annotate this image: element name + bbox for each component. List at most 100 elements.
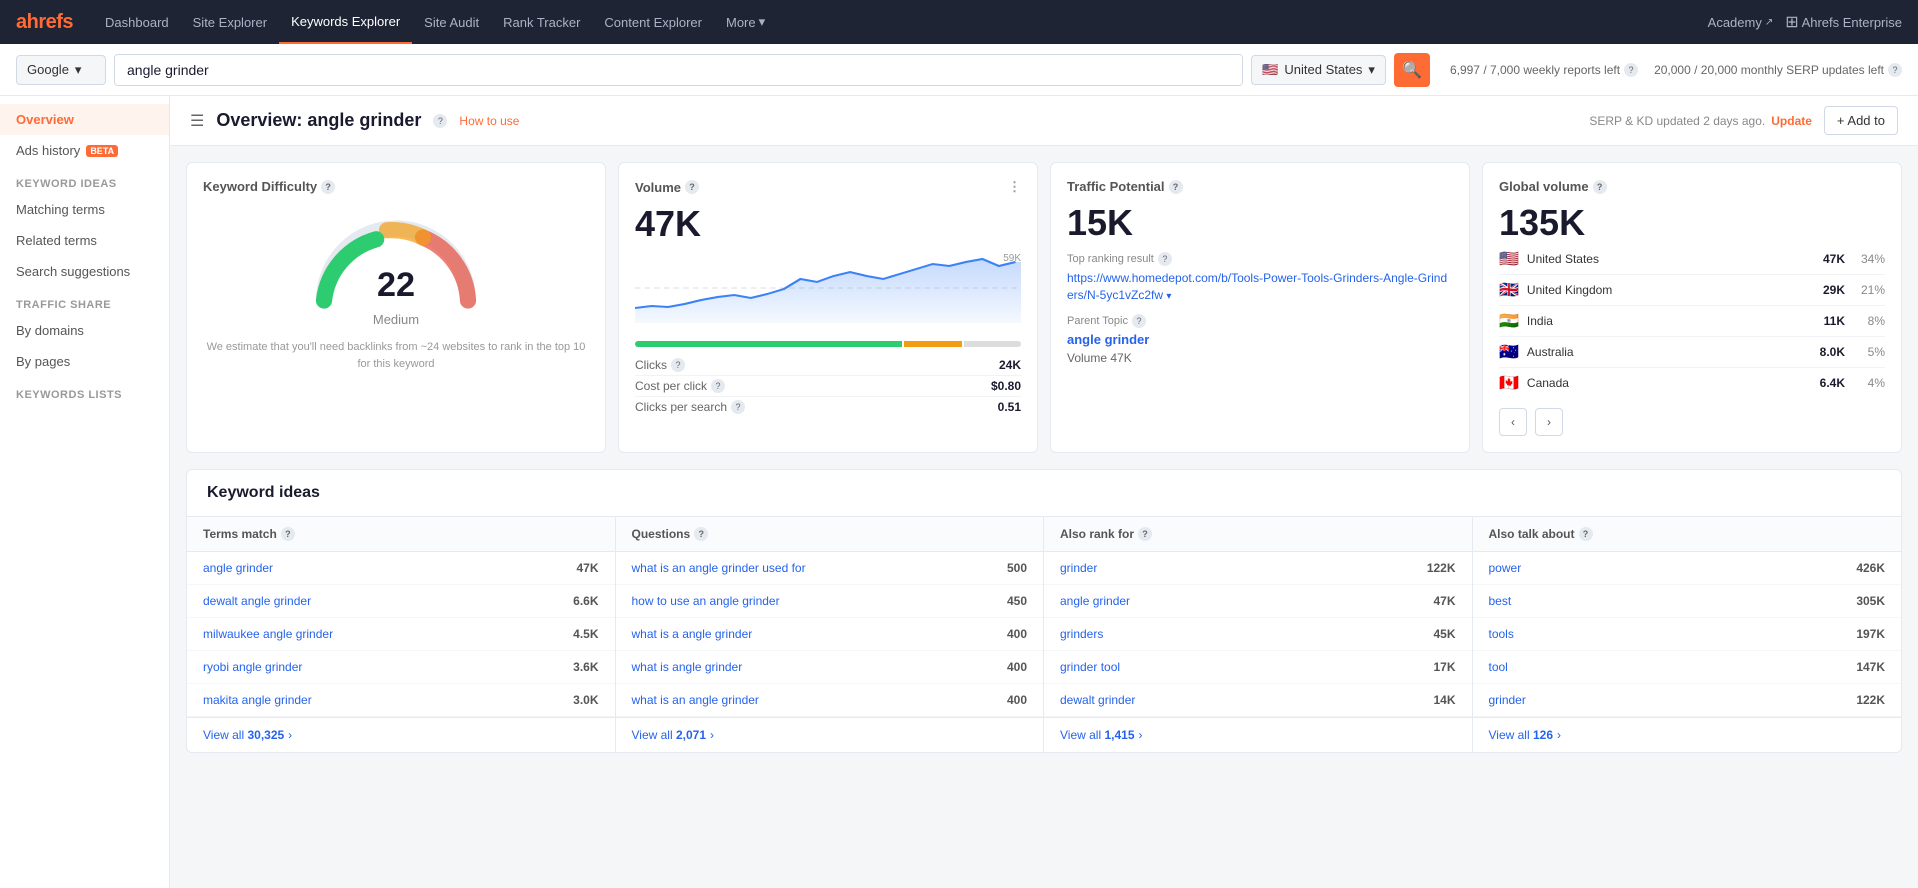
ki-link[interactable]: dewalt angle grinder: [203, 594, 311, 608]
ki-link[interactable]: grinder tool: [1060, 660, 1120, 674]
prev-arrow[interactable]: ‹: [1499, 408, 1527, 436]
info-icon[interactable]: ?: [694, 527, 708, 541]
next-arrow[interactable]: ›: [1535, 408, 1563, 436]
ki-col-2: Also rank for ? grinder 122K angle grind…: [1044, 517, 1473, 752]
chevron-down-icon: ▾: [1368, 62, 1375, 78]
info-icon[interactable]: ?: [1132, 314, 1146, 328]
sidebar-item-overview[interactable]: Overview: [0, 104, 169, 135]
sidebar-item-search-suggestions[interactable]: Search suggestions: [0, 256, 169, 287]
ki-link[interactable]: what is angle grinder: [632, 660, 743, 674]
country-label: United States: [1284, 62, 1362, 77]
info-icon[interactable]: ?: [321, 180, 335, 194]
country-percent: 4%: [1857, 376, 1885, 390]
ki-row: best 305K: [1473, 585, 1902, 618]
nav-content-explorer[interactable]: Content Explorer: [592, 0, 714, 44]
ki-col-3: Also talk about ? power 426K best 305K t…: [1473, 517, 1902, 752]
cps-value: 0.51: [998, 400, 1021, 414]
chevron-down-icon: ▾: [75, 62, 82, 78]
flag-icon: 🇺🇸: [1499, 249, 1519, 269]
chevron-right-icon: ›: [288, 728, 292, 742]
chevron-right-icon: ›: [1557, 728, 1561, 742]
ki-link[interactable]: best: [1489, 594, 1512, 608]
info-icon[interactable]: ?: [731, 400, 745, 414]
ki-num: 14K: [1433, 693, 1455, 707]
sidebar-item-by-pages[interactable]: By pages: [0, 346, 169, 377]
ki-link[interactable]: makita angle grinder: [203, 693, 312, 707]
sidebar-item-ads-history[interactable]: Ads history BETA: [0, 135, 169, 166]
info-icon[interactable]: ?: [1138, 527, 1152, 541]
nav-rank-tracker[interactable]: Rank Tracker: [491, 0, 592, 44]
ki-link[interactable]: tool: [1489, 660, 1508, 674]
info-icon[interactable]: ?: [1888, 63, 1902, 77]
view-all-label: View all 126: [1489, 728, 1554, 742]
info-icon[interactable]: ?: [1158, 252, 1172, 266]
search-button[interactable]: 🔍: [1394, 53, 1430, 87]
top-result-url[interactable]: https://www.homedepot.com/b/Tools-Power-…: [1067, 270, 1453, 304]
ki-link[interactable]: angle grinder: [203, 561, 273, 575]
ki-view-all[interactable]: View all 1,415 ›: [1044, 717, 1472, 752]
add-to-button[interactable]: + Add to: [1824, 106, 1898, 135]
country-row: 🇺🇸 United States 47K 34%: [1499, 244, 1885, 275]
nav-site-audit[interactable]: Site Audit: [412, 0, 491, 44]
ki-link[interactable]: grinders: [1060, 627, 1103, 641]
sidebar-item-by-domains[interactable]: By domains: [0, 315, 169, 346]
logo[interactable]: ahrefs: [16, 11, 73, 34]
ki-link[interactable]: dewalt grinder: [1060, 693, 1135, 707]
country-select[interactable]: 🇺🇸 United States ▾: [1251, 55, 1386, 85]
kd-label: Medium: [373, 312, 419, 327]
nav-site-explorer[interactable]: Site Explorer: [181, 0, 279, 44]
ki-num: 400: [1007, 693, 1027, 707]
ki-link[interactable]: ryobi angle grinder: [203, 660, 302, 674]
ki-view-all[interactable]: View all 30,325 ›: [187, 717, 615, 752]
ki-link[interactable]: what is an angle grinder: [632, 693, 759, 707]
parent-topic-link[interactable]: angle grinder: [1067, 332, 1453, 347]
ki-row: angle grinder 47K: [1044, 585, 1472, 618]
info-icon[interactable]: ?: [1579, 527, 1593, 541]
ki-link[interactable]: power: [1489, 561, 1522, 575]
update-link[interactable]: Update: [1771, 114, 1812, 128]
search-input[interactable]: [115, 55, 1242, 85]
ki-col-0: Terms match ? angle grinder 47K dewalt a…: [187, 517, 616, 752]
ki-link[interactable]: tools: [1489, 627, 1514, 641]
ki-link[interactable]: what is a angle grinder: [632, 627, 753, 641]
ki-link[interactable]: how to use an angle grinder: [632, 594, 780, 608]
country-name: India: [1527, 314, 1816, 328]
nav-dashboard[interactable]: Dashboard: [93, 0, 181, 44]
ki-row: power 426K: [1473, 552, 1902, 585]
ki-view-all[interactable]: View all 2,071 ›: [616, 717, 1044, 752]
sidebar-item-related-terms[interactable]: Related terms: [0, 225, 169, 256]
sidebar-suggestions-label: Search suggestions: [16, 264, 130, 279]
ki-link[interactable]: angle grinder: [1060, 594, 1130, 608]
search-bar: Google ▾ 🇺🇸 United States ▾ 🔍 6,997 / 7,…: [0, 44, 1918, 96]
info-icon[interactable]: ?: [433, 114, 447, 128]
nav-more[interactable]: More ▾: [714, 0, 777, 44]
ki-link[interactable]: what is an angle grinder used for: [632, 561, 806, 575]
cards-row: Keyword Difficulty ? 22: [170, 146, 1918, 469]
info-icon[interactable]: ?: [1593, 180, 1607, 194]
ki-link[interactable]: milwaukee angle grinder: [203, 627, 333, 641]
traffic-value: 15K: [1067, 202, 1453, 244]
info-icon[interactable]: ?: [281, 527, 295, 541]
info-icon[interactable]: ?: [685, 180, 699, 194]
traffic-card: Traffic Potential ? 15K Top ranking resu…: [1050, 162, 1470, 453]
how-to-use-link[interactable]: How to use: [459, 114, 519, 128]
ki-link[interactable]: grinder: [1489, 693, 1526, 707]
volume-menu-icon[interactable]: ⋮: [1008, 179, 1021, 195]
info-icon[interactable]: ?: [671, 358, 685, 372]
ki-num: 4.5K: [573, 627, 598, 641]
kd-note: We estimate that you'll need backlinks f…: [203, 339, 589, 372]
reports-info: 6,997 / 7,000 weekly reports left ? 20,0…: [1450, 63, 1902, 77]
ki-link[interactable]: grinder: [1060, 561, 1097, 575]
info-icon[interactable]: ?: [711, 379, 725, 393]
ki-view-all[interactable]: View all 126 ›: [1473, 717, 1902, 752]
menu-icon[interactable]: ☰: [190, 111, 204, 131]
nav-keywords-explorer[interactable]: Keywords Explorer: [279, 0, 412, 44]
engine-select[interactable]: Google ▾: [16, 55, 106, 85]
info-icon[interactable]: ?: [1624, 63, 1638, 77]
sidebar-item-matching-terms[interactable]: Matching terms: [0, 194, 169, 225]
nav-academy[interactable]: Academy ↗: [1708, 15, 1774, 30]
clicks-bar-gray: [964, 341, 1021, 347]
volume-chart: 59K: [635, 253, 1021, 333]
svg-text:22: 22: [377, 266, 415, 304]
info-icon[interactable]: ?: [1169, 180, 1183, 194]
